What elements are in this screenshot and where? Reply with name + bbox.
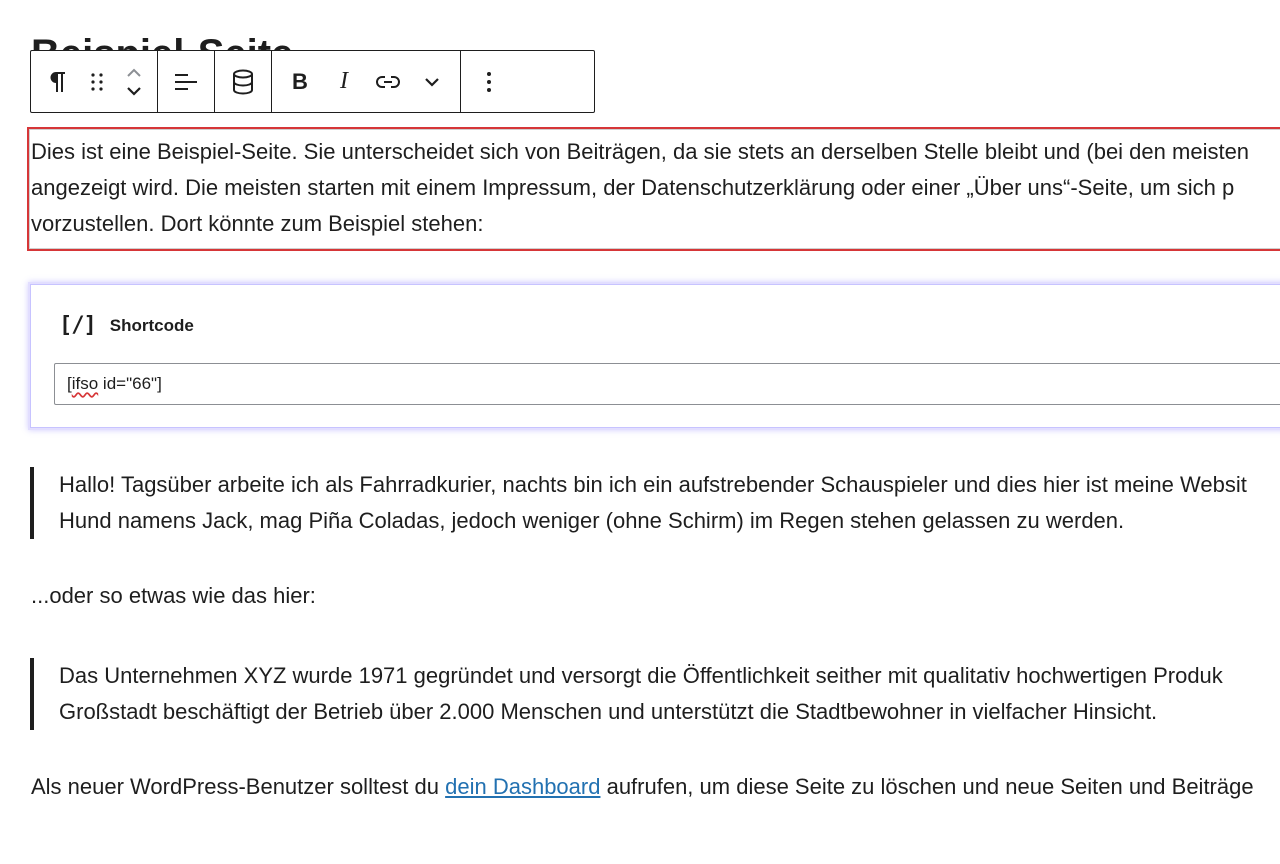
block-switcher-group: [31, 51, 158, 112]
quote-line: Das Unternehmen XYZ wurde 1971 gegründet…: [59, 663, 1223, 688]
pilcrow-icon: [47, 70, 67, 94]
database-button[interactable]: [221, 58, 265, 106]
more-vertical-icon: [485, 70, 493, 94]
drag-handle-button[interactable]: [77, 58, 117, 106]
paragraph-text: aufrufen, um diese Seite zu löschen und …: [600, 774, 1254, 799]
chevron-up-icon: [124, 64, 144, 82]
paragraph-line[interactable]: angezeigt wird. Die meisten starten mit …: [31, 170, 1280, 206]
bold-label: B: [292, 68, 308, 94]
quote-line: Hund namens Jack, mag Piña Coladas, jedo…: [59, 508, 1125, 533]
paragraph-text: Als neuer WordPress-Benutzer solltest du: [31, 774, 446, 799]
block-mover: [117, 58, 151, 106]
shortcode-icon: [/]: [59, 313, 97, 338]
options-button[interactable]: [467, 58, 511, 106]
quote-block[interactable]: Das Unternehmen XYZ wurde 1971 gegründet…: [30, 658, 1280, 730]
chevron-down-icon: [422, 73, 442, 91]
move-down-button[interactable]: [124, 82, 144, 100]
shortcode-header: [/] Shortcode: [59, 313, 194, 338]
database-group: [215, 51, 272, 112]
options-group: [461, 51, 517, 112]
chevron-down-icon: [124, 82, 144, 100]
shortcode-value-suffix: id="66"]: [98, 374, 162, 393]
paragraph-line[interactable]: Dies ist eine Beispiel-Seite. Sie unters…: [31, 134, 1280, 170]
move-up-button[interactable]: [124, 64, 144, 82]
alignment-group: [158, 51, 215, 112]
italic-button[interactable]: I: [322, 58, 366, 106]
shortcode-label: Shortcode: [109, 315, 194, 335]
database-icon: [230, 68, 256, 96]
paragraph-line[interactable]: vorzustellen. Dort könnte zum Beispiel s…: [31, 206, 1280, 242]
quote-block[interactable]: Hallo! Tagsüber arbeite ich als Fahrradk…: [30, 467, 1280, 539]
formatting-group: B I: [272, 51, 461, 112]
paragraph-block-button[interactable]: [37, 58, 77, 106]
dashboard-link[interactable]: dein Dashboard: [445, 774, 600, 799]
drag-handle-icon: [89, 71, 105, 93]
link-button[interactable]: [366, 58, 410, 106]
italic-label: I: [340, 68, 348, 94]
quote-line: Hallo! Tagsüber arbeite ich als Fahrradk…: [59, 472, 1247, 497]
align-button[interactable]: [164, 58, 208, 106]
shortcode-block[interactable]: [/] Shortcode [ifso id="66"]: [30, 284, 1280, 428]
paragraph-block[interactable]: ...oder so etwas wie das hier:: [31, 578, 316, 614]
shortcode-value-misspelled: ifso: [71, 374, 99, 393]
align-left-icon: [173, 71, 199, 93]
more-formats-button[interactable]: [410, 58, 454, 106]
quote-line: Großstadt beschäftigt der Betrieb über 2…: [59, 699, 1158, 724]
block-toolbar: B I: [30, 50, 595, 113]
bold-button[interactable]: B: [278, 58, 322, 106]
paragraph-block[interactable]: Als neuer WordPress-Benutzer solltest du…: [31, 769, 1254, 805]
shortcode-input[interactable]: [ifso id="66"]: [54, 363, 1280, 405]
link-icon: [374, 72, 402, 92]
